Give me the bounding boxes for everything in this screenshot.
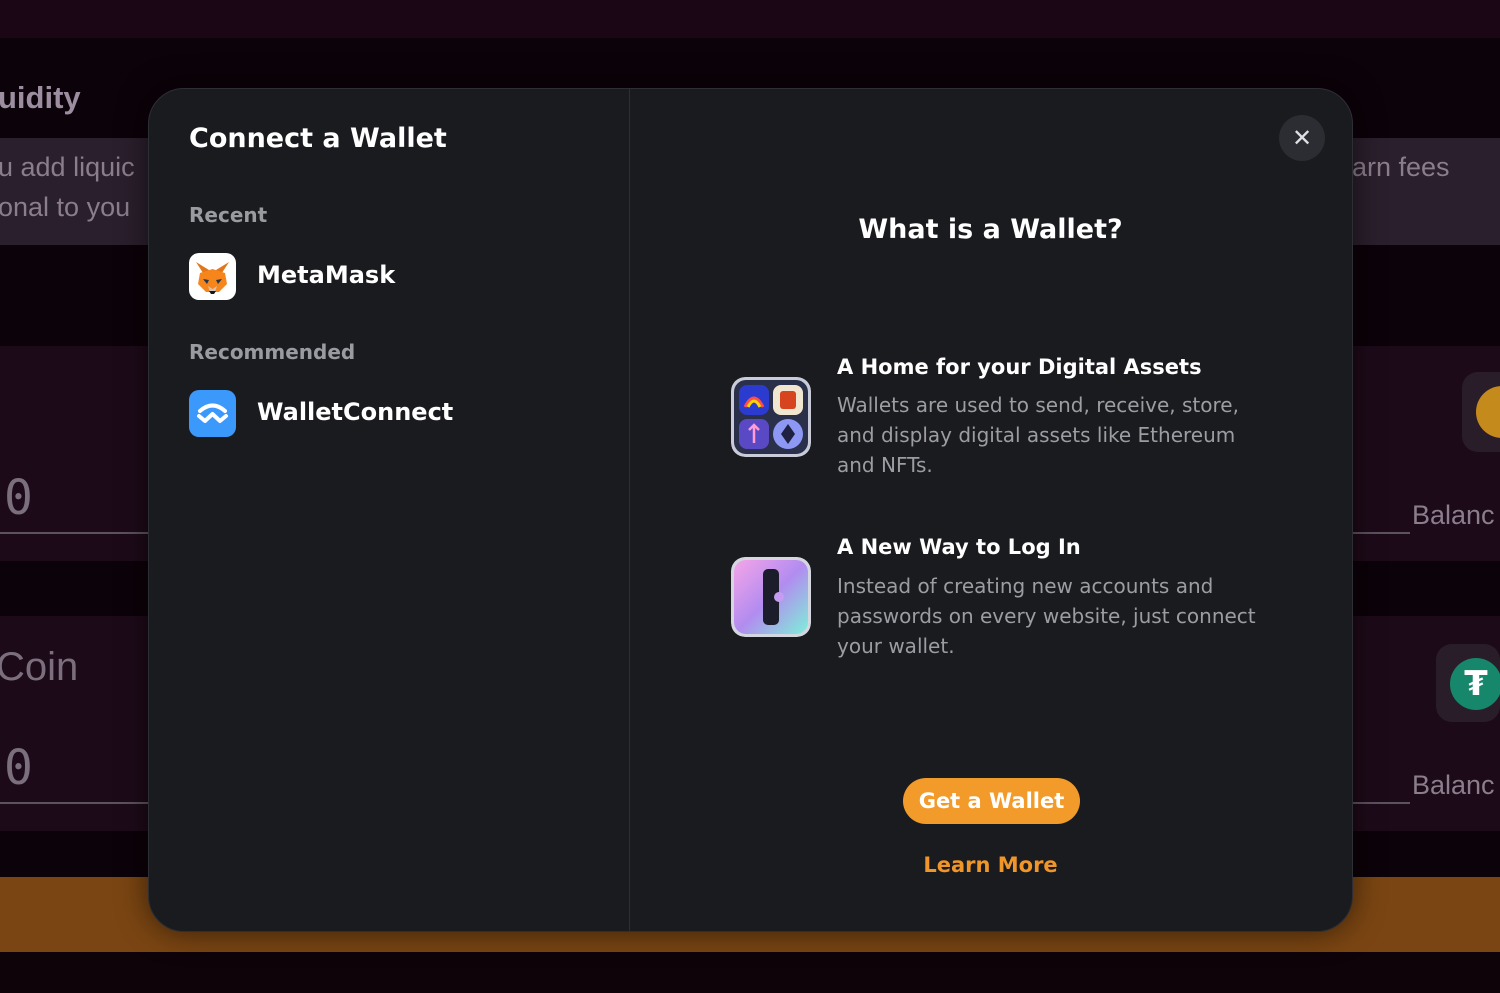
footer-bar <box>0 952 1500 993</box>
top-bar <box>0 0 1500 38</box>
info-text-line1: u add liquic <box>0 152 135 182</box>
page-title: uidity <box>0 80 81 115</box>
wallet-option-metamask[interactable]: MetaMask <box>181 246 601 308</box>
feature-desc-login: Instead of creating new accounts and pas… <box>837 574 1256 658</box>
walletconnect-icon <box>189 390 236 437</box>
wallet-name-metamask: MetaMask <box>257 261 396 289</box>
feature-desc-assets: Wallets are used to send, receive, store… <box>837 393 1239 477</box>
info-text-line2: onal to you <box>0 192 131 222</box>
balance-label-2: Balanc <box>1412 770 1495 800</box>
info-title: What is a Wallet? <box>858 214 1123 245</box>
amount-underline-2 <box>0 802 148 804</box>
feature-heading-assets: A Home for your Digital Assets <box>837 355 1202 379</box>
digital-assets-icon <box>731 377 811 457</box>
amount-underline-1b <box>1352 532 1410 534</box>
token-select-button-1[interactable] <box>1462 372 1500 452</box>
amount-underline-2b <box>1352 802 1410 804</box>
coin-label: Coin <box>0 645 79 689</box>
balance-label-1: Balanc <box>1412 500 1495 530</box>
learn-more-link[interactable]: Learn More <box>629 853 1352 877</box>
section-label-recent: Recent <box>189 203 268 227</box>
amount-input-2[interactable]: 0 <box>4 740 33 796</box>
metamask-fox-icon <box>189 253 236 300</box>
close-icon: ✕ <box>1291 124 1313 152</box>
modal-title: Connect a Wallet <box>189 123 447 154</box>
amount-input-1[interactable]: 0 <box>4 470 33 526</box>
token-select-button-2[interactable]: ₮ <box>1436 644 1500 722</box>
info-text-right: arn fees <box>1352 152 1450 182</box>
amount-underline-1 <box>0 532 148 534</box>
wallet-name-walletconnect: WalletConnect <box>257 398 454 426</box>
connect-wallet-modal: Connect a Wallet Recent MetaMask Recomme… <box>148 88 1353 932</box>
login-key-icon <box>731 557 811 637</box>
get-wallet-button[interactable]: Get a Wallet <box>903 778 1080 824</box>
section-label-recommended: Recommended <box>189 340 356 364</box>
feature-heading-login: A New Way to Log In <box>837 535 1081 559</box>
wallet-option-walletconnect[interactable]: WalletConnect <box>181 383 601 445</box>
tether-icon: ₮ <box>1450 658 1500 710</box>
coin-token-icon <box>1476 386 1500 438</box>
close-button[interactable]: ✕ <box>1279 115 1325 161</box>
